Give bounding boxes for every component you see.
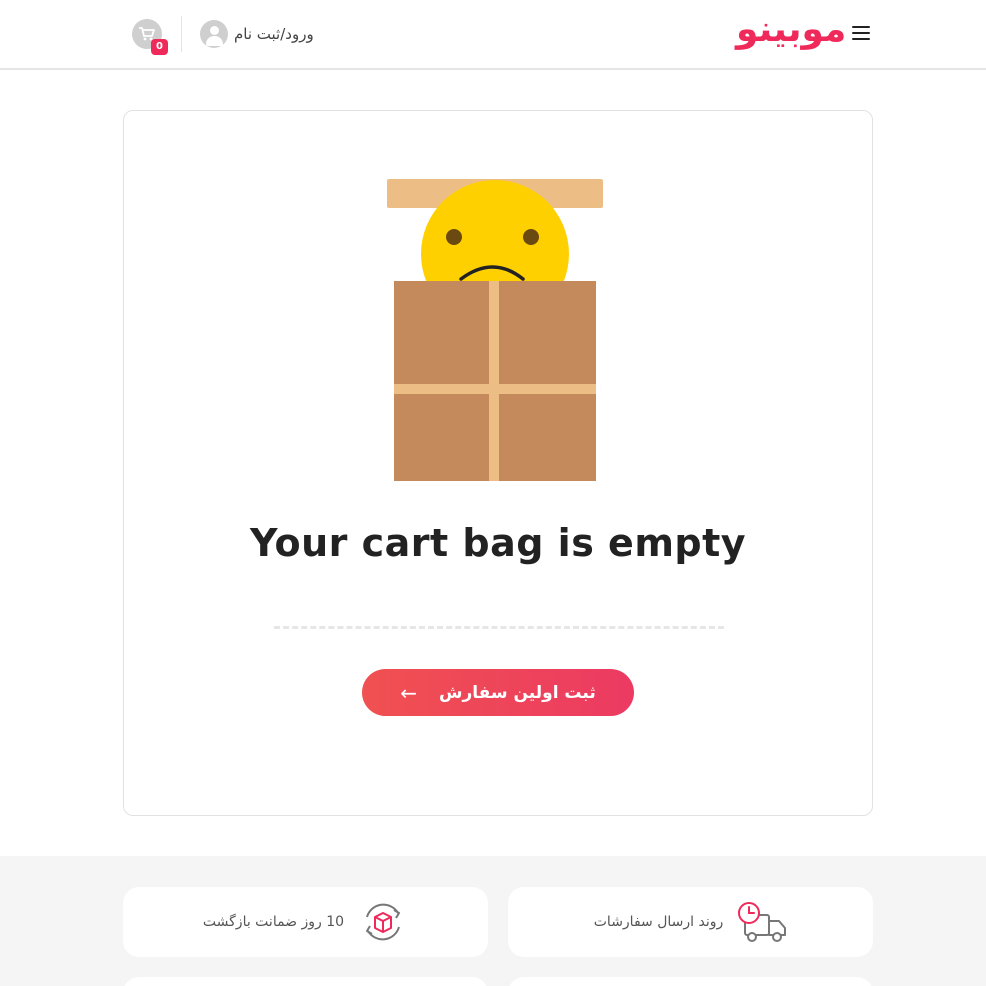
- feature-return-label: 10 روز ضمانت بازگشت: [202, 914, 345, 930]
- sad-face-box-illustration: [387, 179, 603, 481]
- header-divider: [181, 16, 182, 52]
- first-order-label: ثبت اولین سفارش: [439, 682, 596, 703]
- user-icon: [200, 20, 228, 48]
- feature-return[interactable]: 10 روز ضمانت بازگشت: [123, 887, 488, 957]
- features-section: روند ارسال سفارشات 10 روز ضمانت بازگشت: [0, 856, 986, 986]
- first-order-button[interactable]: ← ثبت اولین سفارش: [362, 669, 634, 716]
- dashed-divider: [274, 626, 724, 629]
- menu-hamburger-icon[interactable]: [852, 26, 870, 42]
- return-box-icon: [366, 903, 401, 941]
- delivery-truck-icon: [738, 902, 787, 942]
- feature-shipping-label: روند ارسال سفارشات: [593, 914, 724, 930]
- feature-card-partial: [508, 977, 873, 986]
- cart-count-badge: 0: [151, 39, 168, 55]
- arrow-left-icon: ←: [400, 680, 417, 705]
- brand-logo[interactable]: موبینو: [736, 6, 846, 54]
- feature-shipping[interactable]: روند ارسال سفارشات: [508, 887, 873, 957]
- empty-cart-card: Your cart bag is empty ← ثبت اولین سفارش: [123, 110, 873, 816]
- feature-card-partial: [123, 977, 488, 986]
- login-register-link[interactable]: ورود/ثبت نام: [200, 19, 314, 49]
- login-register-label: ورود/ثبت نام: [234, 25, 314, 43]
- empty-cart-title: Your cart bag is empty: [249, 521, 747, 565]
- site-header: موبینو ورود/ثبت نام 0: [0, 0, 986, 70]
